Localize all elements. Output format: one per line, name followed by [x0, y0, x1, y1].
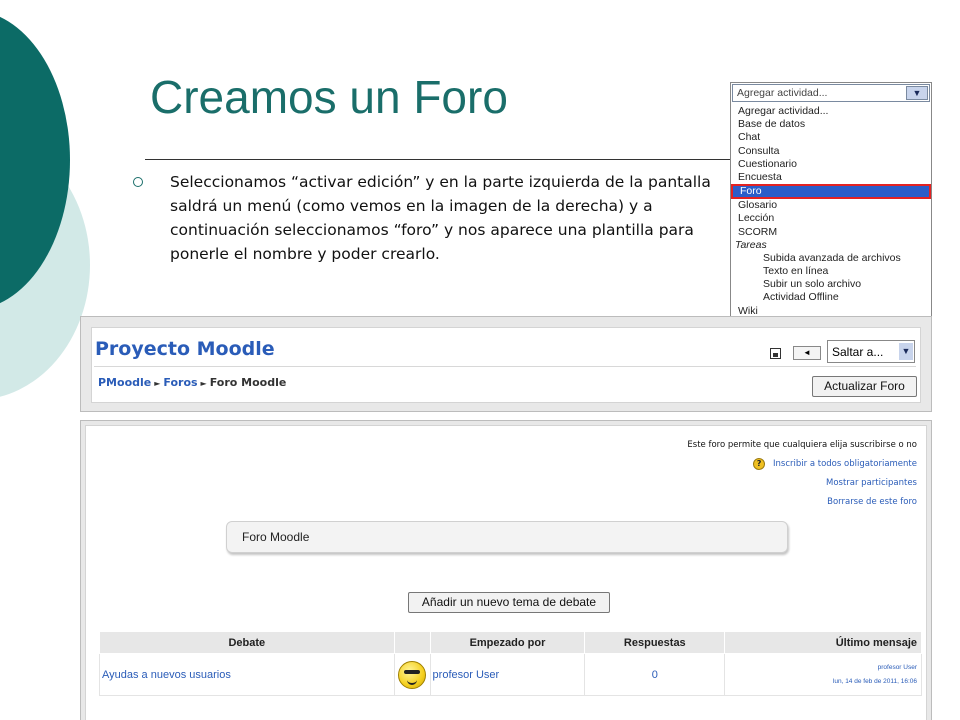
- activity-option[interactable]: Consulta: [731, 145, 931, 158]
- update-forum-button[interactable]: Actualizar Foro: [812, 376, 917, 397]
- forum-intro-box: Foro Moodle: [226, 521, 788, 553]
- discussion-table: Debate Empezado por Respuestas Último me…: [99, 631, 922, 696]
- header-debate: Debate: [99, 631, 395, 654]
- header-divider: [94, 366, 916, 367]
- moodle-header-inner: Proyecto Moodle ◄ Saltar a... ▼ PMoodle ►…: [91, 327, 921, 403]
- activity-option[interactable]: Texto en línea: [731, 265, 931, 278]
- activity-options-list: Agregar actividad... Base de datos Chat Con…: [731, 103, 931, 320]
- breadcrumb-home[interactable]: PMoodle: [98, 376, 151, 389]
- chevron-down-icon[interactable]: ▼: [906, 86, 928, 100]
- header-replies: Respuestas: [584, 631, 726, 654]
- started-by-user[interactable]: profesor User: [429, 653, 586, 696]
- title-divider: [145, 159, 733, 160]
- breadcrumb: PMoodle ► Foros ► Foro Moodle: [98, 376, 286, 389]
- show-participants-link[interactable]: Mostrar participantes: [687, 474, 917, 493]
- subscribe-all-link[interactable]: Inscribir a todos obligatoriamente: [773, 459, 917, 469]
- header-last-post: Último mensaje: [724, 631, 922, 654]
- activity-option[interactable]: Foro: [731, 184, 931, 200]
- unsubscribe-link[interactable]: Borrarse de este foro: [687, 493, 917, 512]
- breadcrumb-forums[interactable]: Foros: [163, 376, 197, 389]
- activity-option[interactable]: Chat: [731, 131, 931, 144]
- activity-dropdown: Agregar actividad... ▼ Agregar actividad…: [730, 82, 932, 317]
- activity-option[interactable]: Encuesta: [731, 171, 931, 184]
- chevron-down-icon[interactable]: ▼: [899, 343, 913, 360]
- slide-title: Creamos un Foro: [150, 71, 508, 123]
- arrow-left-icon: ◄: [803, 348, 811, 357]
- activity-select[interactable]: Agregar actividad... ▼: [732, 84, 930, 102]
- slide: Creamos un Foro Seleccionamos “activar e…: [0, 0, 960, 720]
- help-icon[interactable]: ?: [753, 457, 766, 470]
- activity-option[interactable]: Agregar actividad...: [731, 105, 931, 118]
- activity-option[interactable]: Subida avanzada de archivos: [731, 252, 931, 265]
- activity-option[interactable]: SCORM: [731, 226, 931, 239]
- moodle-header-panel: Proyecto Moodle ◄ Saltar a... ▼ PMoodle ►…: [80, 316, 932, 412]
- activity-option[interactable]: Actividad Offline: [731, 291, 931, 304]
- activity-option[interactable]: Base de datos: [731, 118, 931, 131]
- last-post-cell: profesor User lun, 14 de feb de 2011, 16…: [724, 653, 922, 696]
- activity-option[interactable]: Glosario: [731, 199, 931, 212]
- prev-activity-button[interactable]: ◄: [793, 346, 821, 360]
- activity-option: Tareas: [735, 238, 767, 251]
- activity-select-value: Agregar actividad...: [737, 87, 828, 99]
- subscription-links: Este foro permite que cualquiera elija s…: [687, 436, 917, 512]
- discussion-title[interactable]: Ayudas a nuevos usuarios: [99, 653, 395, 696]
- reply-count[interactable]: 0: [584, 653, 726, 696]
- forum-panel-inner: Este foro permite que cualquiera elija s…: [85, 425, 927, 720]
- avatar-cell: [393, 653, 431, 696]
- bullet-icon: [133, 177, 143, 187]
- table-row: Ayudas a nuevos usuarios profesor User 0…: [99, 653, 922, 696]
- jump-to-value: Saltar a...: [832, 345, 884, 359]
- save-icon[interactable]: [770, 348, 781, 359]
- forum-panel: Este foro permite que cualquiera elija s…: [80, 420, 932, 720]
- last-post-user[interactable]: profesor User: [725, 661, 917, 675]
- site-title[interactable]: Proyecto Moodle: [95, 338, 275, 360]
- table-header-row: Debate Empezado por Respuestas Último me…: [99, 631, 922, 654]
- subscription-note: Este foro permite que cualquiera elija s…: [687, 440, 917, 450]
- bullet-text: Seleccionamos “activar edición” y en la …: [170, 173, 711, 263]
- activity-option[interactable]: Cuestionario: [731, 158, 931, 171]
- forum-name: Foro Moodle: [242, 530, 310, 544]
- breadcrumb-separator-icon: ►: [200, 379, 207, 388]
- add-topic-button[interactable]: Añadir un nuevo tema de debate: [408, 592, 610, 613]
- last-post-date[interactable]: lun, 14 de feb de 2011, 16:06: [725, 675, 917, 689]
- header-avatar-spacer: [393, 631, 431, 654]
- avatar[interactable]: [398, 660, 427, 689]
- activity-option[interactable]: Subir un solo archivo: [731, 278, 931, 291]
- activity-option[interactable]: Lección: [731, 212, 931, 225]
- jump-to-select[interactable]: Saltar a... ▼: [827, 340, 915, 363]
- breadcrumb-current: Foro Moodle: [209, 376, 287, 389]
- header-started-by: Empezado por: [429, 631, 586, 654]
- breadcrumb-separator-icon: ►: [154, 379, 161, 388]
